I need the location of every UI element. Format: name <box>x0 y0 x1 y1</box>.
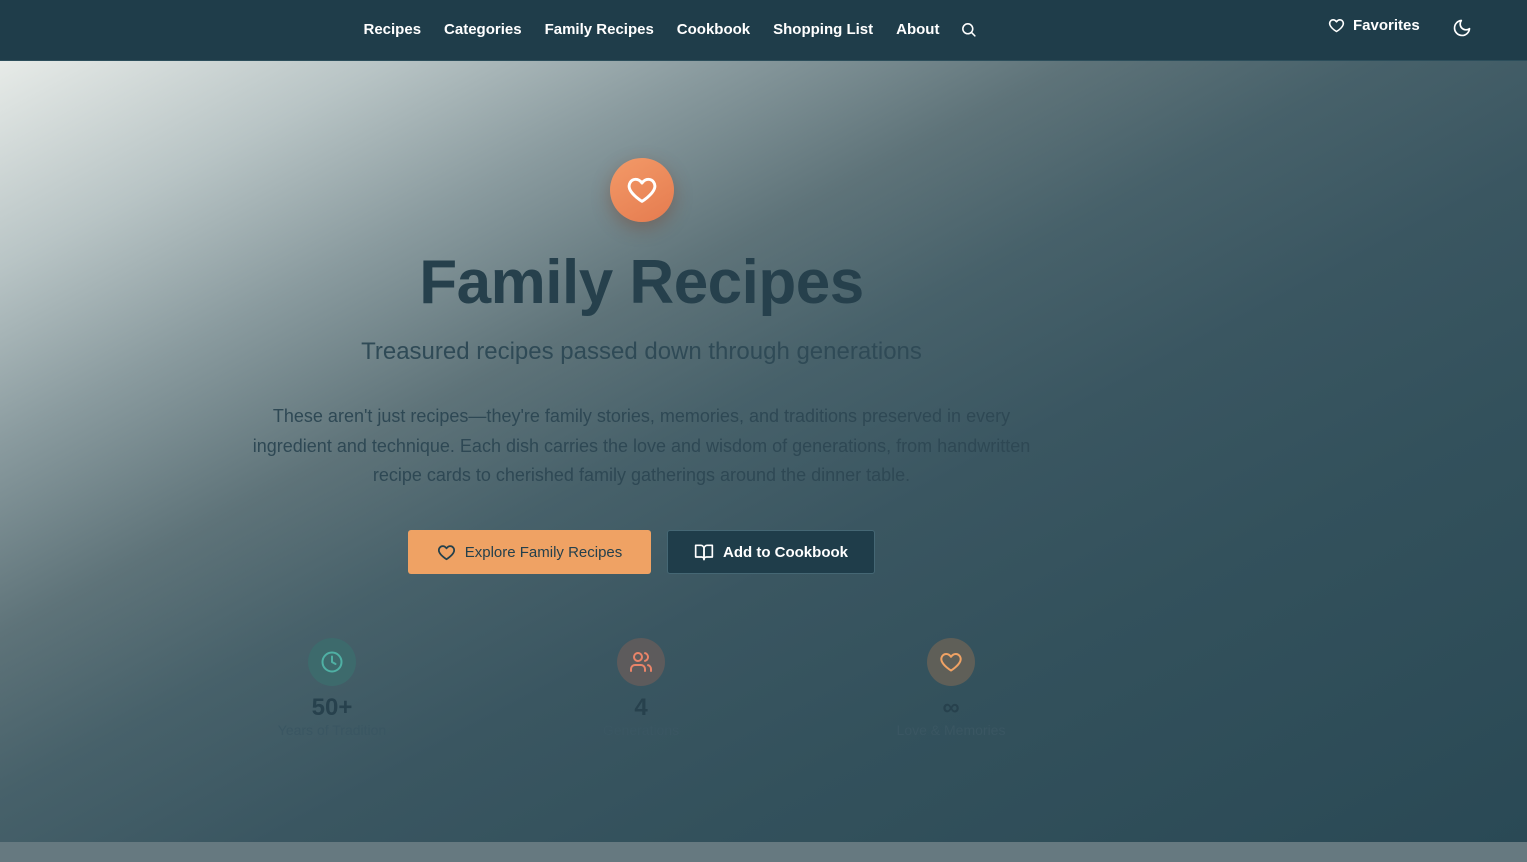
stat-love: ∞ Love & Memories <box>851 638 1051 738</box>
favorites-label: Favorites <box>1353 17 1420 34</box>
footer-strip <box>0 842 1527 862</box>
stat-value: 4 <box>634 694 648 721</box>
page-subtitle: Treasured recipes passed down through ge… <box>361 338 922 365</box>
book-open-icon <box>694 544 714 561</box>
page-title: Family Recipes <box>419 248 864 317</box>
stat-value: ∞ <box>942 694 960 721</box>
stat-years: 50+ Years of Tradition <box>232 638 432 738</box>
heart-icon <box>1328 19 1345 33</box>
moon-icon[interactable] <box>1452 18 1472 43</box>
stat-value: 50+ <box>311 694 353 721</box>
explore-family-recipes-button[interactable]: Explore Family Recipes <box>408 530 651 574</box>
nav-link-recipes[interactable]: Recipes <box>352 21 433 38</box>
top-navigation: Recipes Categories Family Recipes Cookbo… <box>0 0 1527 61</box>
heart-icon <box>437 544 455 560</box>
cookbook-button-label: Add to Cookbook <box>723 543 848 561</box>
explore-button-label: Explore Family Recipes <box>464 543 623 561</box>
heart-icon <box>627 177 657 203</box>
clock-icon <box>308 638 356 686</box>
search-icon[interactable] <box>960 21 977 38</box>
add-to-cookbook-button[interactable]: Add to Cookbook <box>667 530 875 574</box>
nav-link-about[interactable]: About <box>885 21 951 38</box>
nav-link-shopping-list[interactable]: Shopping List <box>762 21 885 38</box>
stat-generations: 4 Generations <box>541 638 741 738</box>
nav-links: Recipes Categories Family Recipes Cookbo… <box>352 0 977 58</box>
heart-badge <box>610 158 674 222</box>
stat-label: Generations <box>602 722 680 738</box>
hero-description: These aren't just recipes—they're family… <box>252 406 1031 485</box>
stat-label: Years of Tradition <box>277 722 387 738</box>
nav-link-cookbook[interactable]: Cookbook <box>665 21 761 38</box>
users-icon <box>617 638 665 686</box>
nav-link-family-recipes[interactable]: Family Recipes <box>533 21 665 38</box>
nav-link-categories[interactable]: Categories <box>433 21 534 38</box>
heart-icon <box>927 638 975 686</box>
favorites-button[interactable]: Favorites <box>1328 17 1420 34</box>
hero-section: Family Recipes Treasured recipes passed … <box>0 61 1527 842</box>
stat-label: Love & Memories <box>896 722 1006 738</box>
